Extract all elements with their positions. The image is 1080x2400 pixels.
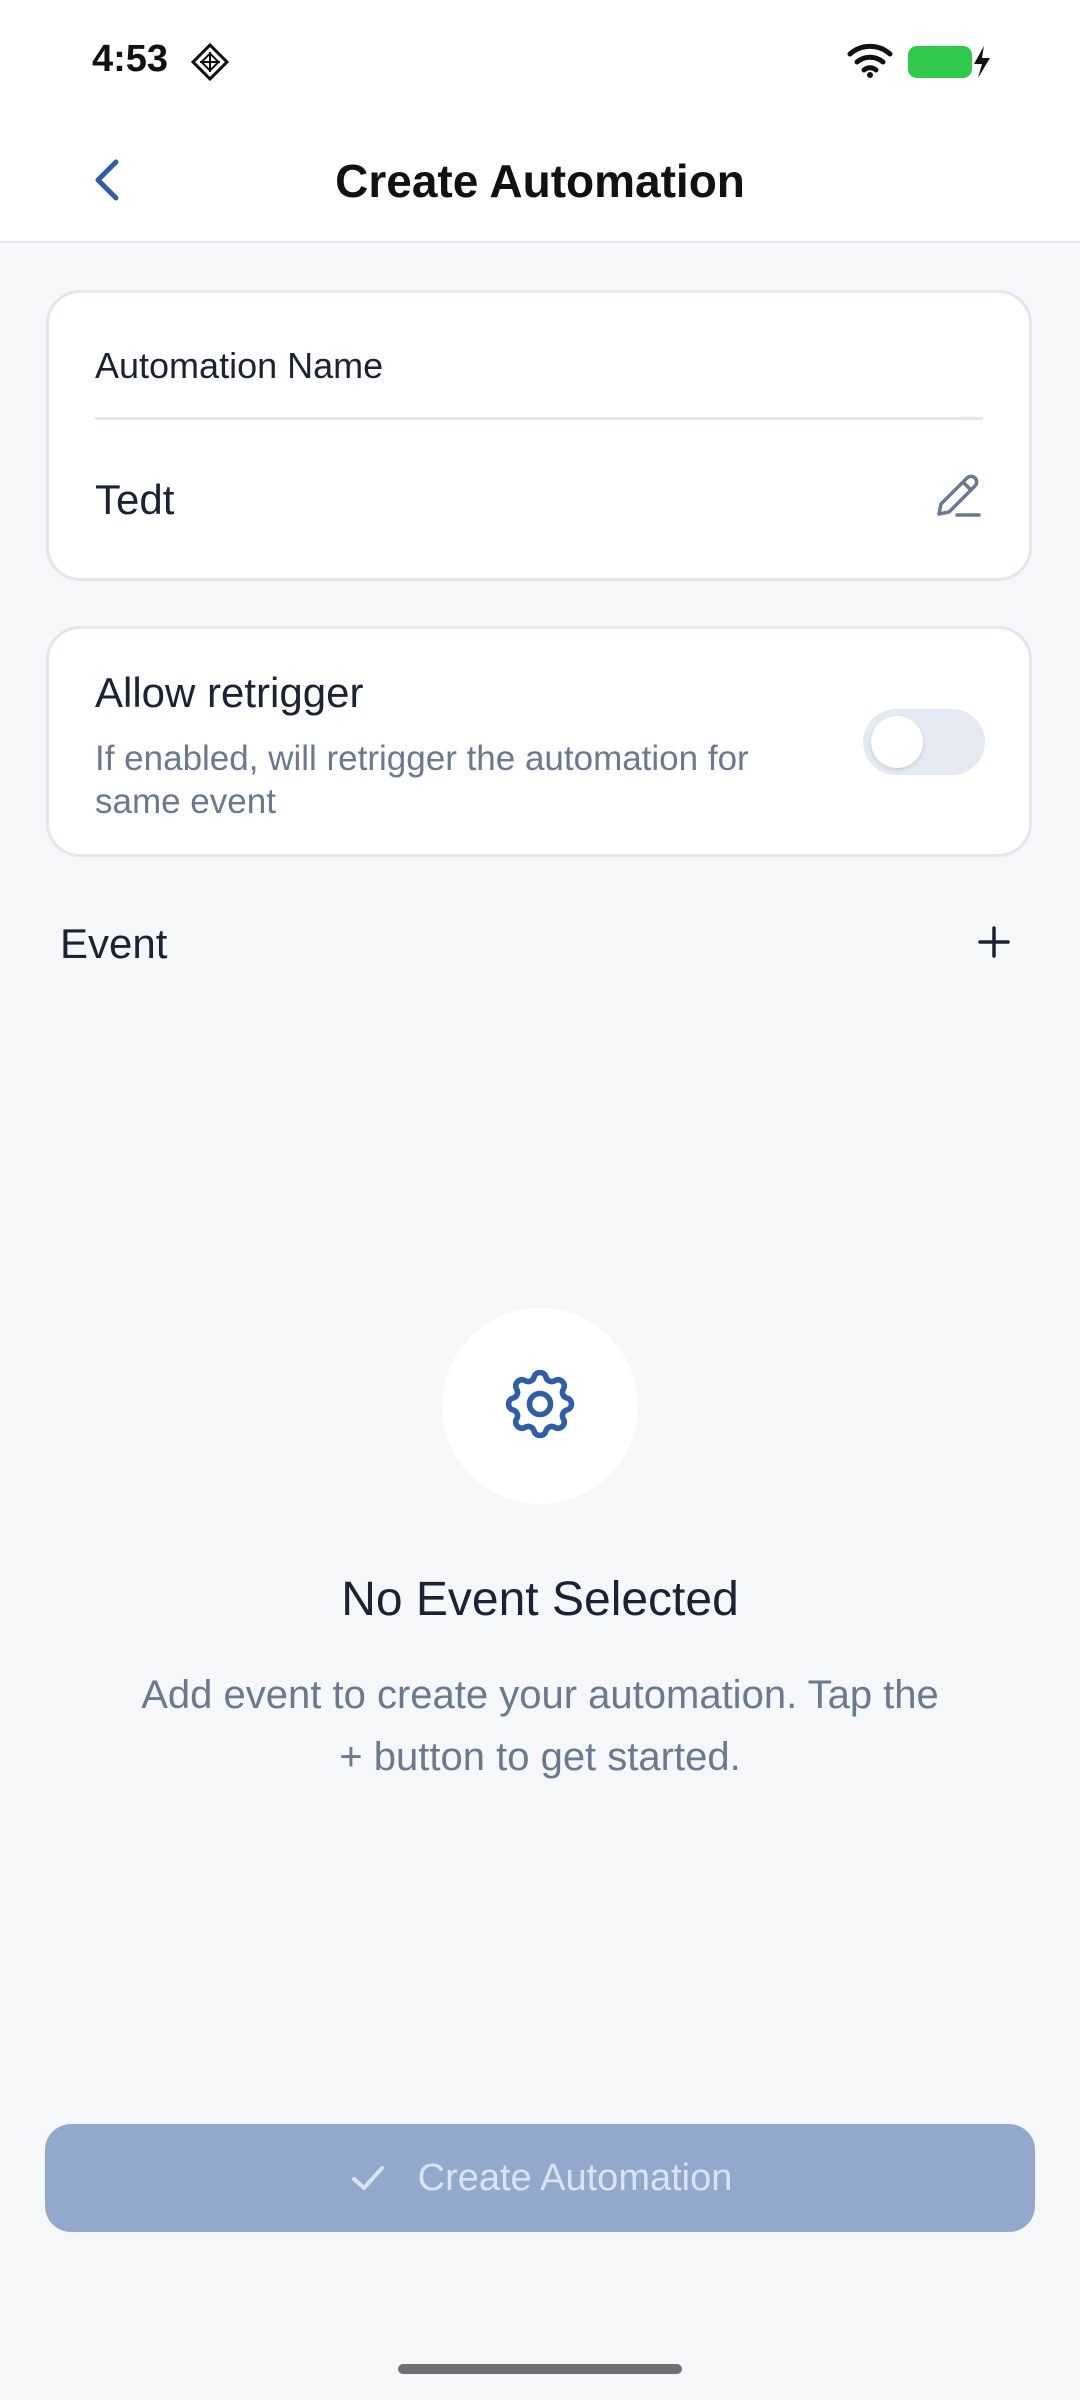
home-indicator[interactable] [398,2364,682,2374]
wifi-icon [846,40,894,85]
empty-state-description: Add event to create your automation. Tap… [141,1673,939,1779]
allow-retrigger-card: Allow retrigger If enabled, will retrigg… [46,626,1032,857]
gear-icon [498,1362,582,1451]
automation-name-label: Automation Name [95,345,384,386]
status-time: 4:53 [92,38,169,80]
automation-name-value[interactable]: Tedt [95,476,174,524]
pencil-icon [929,468,985,529]
empty-state-title: No Event Selected [341,1573,739,1626]
create-automation-label: Create Automation [417,2156,733,2199]
add-event-button[interactable] [966,916,1022,972]
automation-name-card: Automation Name Tedt [46,290,1032,581]
page-title: Create Automation [335,155,745,207]
diamond-app-icon [190,42,230,87]
top-app-bar: Create Automation [0,120,1080,243]
status-bar: 4:53 [0,0,1080,120]
allow-retrigger-toggle[interactable] [863,709,985,775]
check-icon [348,2158,388,2198]
divider [95,417,983,420]
plus-icon [976,924,1012,965]
event-section-label: Event [60,920,168,967]
edit-name-button[interactable] [927,468,987,528]
allow-retrigger-title: Allow retrigger [95,669,364,716]
toggle-knob [871,716,923,768]
create-automation-button[interactable]: Create Automation [45,2124,1035,2232]
battery-charging-icon [906,44,992,85]
empty-state-icon-circle [442,1308,638,1504]
allow-retrigger-description: If enabled, will retrigger the automatio… [95,739,749,821]
